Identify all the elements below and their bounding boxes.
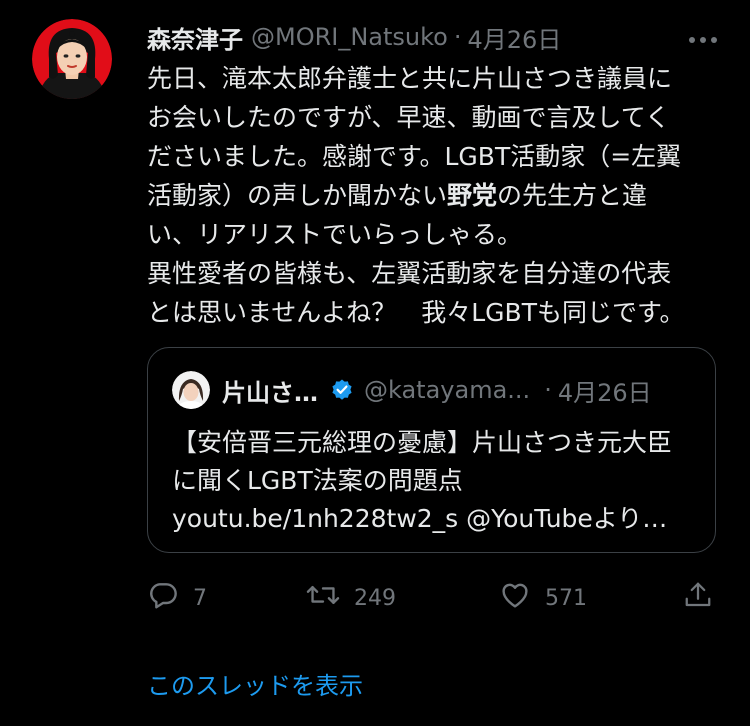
more-options-button[interactable] xyxy=(686,24,720,52)
author-handle[interactable]: @MORI_Natsuko xyxy=(251,23,448,51)
reply-icon xyxy=(147,579,179,617)
retweet-button[interactable]: 249 xyxy=(306,580,396,616)
quoted-tweet-line: 【安倍晋三元総理の憂慮】片山さつき元大臣 xyxy=(172,428,673,457)
share-button[interactable] xyxy=(683,580,713,616)
tweet-line: お会いしたのですが、早速、動画で言及してく xyxy=(147,103,671,132)
tweet-line: 先日、滝本太郎弁護士と共に片山さつき議員に xyxy=(147,64,673,93)
separator-dot: · xyxy=(544,376,552,404)
retweet-icon xyxy=(306,579,340,617)
quoted-tweet-header: 片山さ… @katayama... · 4月26日 xyxy=(222,370,693,410)
reply-count: 7 xyxy=(193,585,207,611)
quoted-author-avatar[interactable] xyxy=(172,371,210,409)
like-count: 571 xyxy=(545,585,587,611)
separator-dot: · xyxy=(453,23,462,51)
author-avatar[interactable] xyxy=(32,19,112,99)
tweet-line: 活動家）の声しか聞かない野党の先生方と違 xyxy=(147,176,727,215)
quoted-tweet-card[interactable]: 片山さ… @katayama... · 4月26日 【安倍晋三元総理の憂慮】片山… xyxy=(147,347,716,553)
like-button[interactable]: 571 xyxy=(499,580,587,616)
quoted-author-handle[interactable]: @katayama... xyxy=(364,376,530,404)
tweet-line: 異性愛者の皆様も、左翼活動家を自分達の代表 xyxy=(147,259,672,288)
tweet-text-segment: の先生方と違 xyxy=(497,181,648,210)
quoted-tweet-line: に聞くLGBT法案の問題点 xyxy=(172,466,463,495)
quoted-tweet-date[interactable]: 4月26日 xyxy=(558,373,652,408)
tweet-line: い、リアリストでいらっしゃる。 xyxy=(147,220,523,249)
tweet-text-segment: 活動家）の声しか聞かない xyxy=(147,181,448,210)
author-name[interactable]: 森奈津子 xyxy=(147,20,243,55)
heart-icon xyxy=(499,579,531,617)
reply-button[interactable]: 7 xyxy=(147,580,207,616)
tweet-line: ださいました。感謝です。LGBT活動家（=左翼 xyxy=(147,142,682,171)
quoted-tweet-text: 【安倍晋三元総理の憂慮】片山さつき元大臣 に聞くLGBT法案の問題点 youtu… xyxy=(172,424,702,538)
share-icon xyxy=(683,579,713,617)
more-dots-icon xyxy=(688,29,718,48)
tweet-bold-segment: 野党 xyxy=(447,181,498,210)
quoted-author-name[interactable]: 片山さ… xyxy=(222,373,318,408)
tweet-line: とは思いませんよね？ 我々LGBTも同じです。 xyxy=(147,298,685,327)
quoted-tweet-link-line[interactable]: youtu.be/1nh228tw2_s @YouTubeより… xyxy=(172,500,702,538)
show-thread-link[interactable]: このスレッドを表示 xyxy=(147,666,363,701)
tweet-date[interactable]: 4月26日 xyxy=(468,20,562,55)
tweet-header: 森奈津子 @MORI_Natsuko · 4月26日 xyxy=(147,20,710,54)
tweet-text: 先日、滝本太郎弁護士と共に片山さつき議員に お会いしたのですが、早速、動画で言及… xyxy=(147,59,727,332)
tweet-actions-bar: 7 249 571 xyxy=(147,580,727,616)
retweet-count: 249 xyxy=(354,585,396,611)
verified-badge-icon xyxy=(330,378,354,402)
